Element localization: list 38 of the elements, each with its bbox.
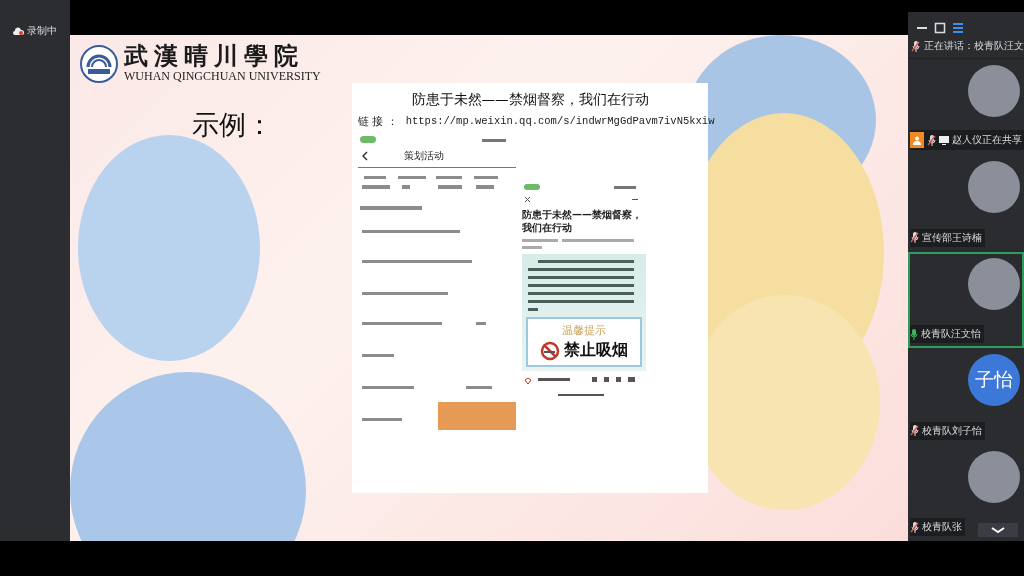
chevron-down-icon — [991, 527, 1005, 534]
maximize-icon[interactable] — [934, 22, 946, 34]
participant-name: 校青队张 — [922, 520, 962, 535]
participant-name: 校青队刘子怡 — [922, 423, 982, 438]
muted-microphone-icon — [911, 40, 920, 52]
cloud-icon — [13, 27, 24, 35]
list-view-icon[interactable] — [952, 22, 964, 34]
screen-share-icon — [939, 135, 949, 145]
university-name-english: WUHAN QINGCHUAN UNIVERSITY — [124, 69, 321, 85]
participant-tile[interactable]: 赵人仪正在共享 — [908, 59, 1024, 156]
speaking-indicator: 正在讲话：校青队汪文 — [924, 39, 1024, 53]
document-title: 防患于未然——禁烟督察，我们在行动 — [410, 91, 650, 109]
expand-button[interactable] — [978, 523, 1018, 538]
participant-name: 宣传部王诗楠 — [922, 230, 982, 245]
university-name: 武漢晴川學院 — [124, 43, 305, 70]
avatar-photo — [968, 257, 1020, 310]
university-emblem-icon — [80, 44, 118, 83]
article-title: 防患于未然——禁烟督察，我们在行动 — [522, 208, 643, 234]
avatar-photo — [968, 65, 1020, 117]
participant-name: 赵人仪正在共享 — [952, 133, 1022, 148]
sharing-user-icon — [910, 132, 924, 149]
participant-tile[interactable]: 校青队张 — [908, 444, 1024, 542]
slide-heading: 示例： — [192, 108, 273, 142]
participant-tile[interactable]: 宣传部王诗楠 — [908, 155, 1024, 252]
back-icon — [362, 151, 368, 161]
participant-name: 校青队汪文怡 — [921, 327, 981, 342]
avatar: 子怡 — [968, 354, 1020, 407]
notice-sign-text: 禁止吸烟 — [564, 340, 628, 361]
participant-tile[interactable]: 子怡 校青队刘子怡 — [908, 348, 1024, 445]
avatar-photo — [968, 450, 1020, 503]
link-url: https://mp.weixin.qq.com/s/indwrMgGdPavm7ivN5kxiw — [405, 115, 715, 129]
notice-heading: 温馨提示 — [562, 323, 606, 338]
screen-title: 策划活动 — [404, 149, 444, 163]
participant-tile[interactable]: 校青队汪文怡 — [908, 251, 1024, 349]
no-smoking-icon — [540, 340, 560, 361]
recording-label: 录制中 — [27, 24, 57, 38]
avatar-photo — [968, 161, 1020, 214]
link-label: 链 接 ： — [358, 115, 398, 129]
